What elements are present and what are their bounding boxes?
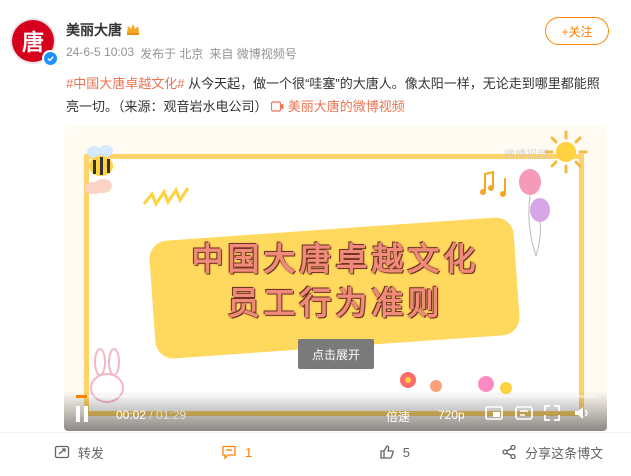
pause-button[interactable] [76,405,94,423]
video-controls: 00:02 / 01:29 倍速 720p [64,391,607,431]
post-source: 来自 微博视频号 [209,47,297,61]
follow-button[interactable]: +关注 [545,17,609,45]
action-bar: 转发 1 5 分享这条博文 [0,437,631,467]
hashtag-link[interactable]: #中国大唐卓越文化# [66,76,184,91]
verified-icon [42,50,58,66]
crown-icon [126,22,140,38]
danmaku-icon[interactable] [514,403,534,423]
volume-icon[interactable] [572,403,592,423]
post-text: #中国大唐卓越文化# 从今天起，做一个很“哇塞”的大唐人。像太阳一样，无论走到哪… [66,72,606,118]
video-title-line1: 中国大唐卓越文化 [191,240,480,278]
like-button[interactable]: 5 [316,437,474,467]
video-player[interactable]: 微博视频 中国大唐卓越文化 员工行为准则 点击展开 00:02 / 01:29 … [64,126,607,431]
current-time: 00:02 [116,408,147,422]
video-link-icon [271,101,284,112]
share-button[interactable]: 分享这条博文 [473,437,631,467]
bee-icon [87,145,113,176]
comment-button[interactable]: 1 [158,437,316,467]
pause-icon [76,406,80,422]
comment-count: 1 [245,444,253,460]
squiggle-icon [142,186,190,208]
video-source-link[interactable]: 美丽大唐的微博视频 [271,99,405,114]
share-label: 分享这条博文 [525,445,604,461]
avatar-logo: 唐 [21,30,44,56]
fullscreen-icon[interactable] [542,403,562,423]
post-location: 发布于 北京 [140,47,204,61]
time-display: 00:02 / 01:29 [116,408,186,422]
comment-icon [222,445,236,460]
cloud-icon [85,179,112,194]
repost-button[interactable]: 转发 [0,437,158,467]
post-time[interactable]: 24-6-5 10:03 [66,45,134,62]
post-meta: 24-6-5 10:03 发布于 北京 来自 微博视频号 [66,45,297,62]
music-notes-icon [480,170,506,197]
expand-button[interactable]: 点击展开 [298,339,374,369]
avatar[interactable]: 唐 [10,18,58,66]
pip-icon[interactable] [484,403,504,423]
author-name[interactable]: 美丽大唐 [66,20,122,40]
speed-button[interactable]: 倍速 [386,408,410,425]
video-watermark: 微博视频 [504,149,548,161]
repost-label: 转发 [77,445,104,461]
repost-icon [54,445,70,459]
progress-fill [76,395,88,398]
video-title-line2: 员工行为准则 [227,284,444,322]
quality-button[interactable]: 720p [438,408,465,422]
author-name-row: 美丽大唐 [66,20,140,40]
progress-bar[interactable] [76,395,595,398]
divider [0,432,631,433]
share-icon [502,444,516,460]
total-time: / 01:29 [149,408,187,422]
like-icon [380,445,394,459]
like-count: 5 [402,444,410,460]
